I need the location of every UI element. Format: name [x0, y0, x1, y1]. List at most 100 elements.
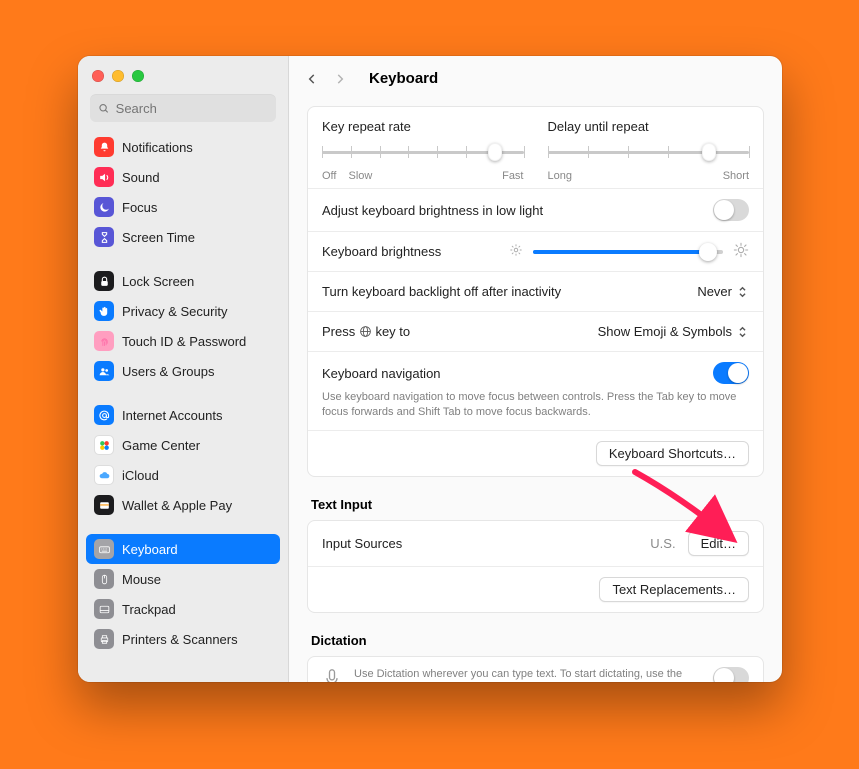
sidebar-item-game-center[interactable]: Game Center	[86, 430, 280, 460]
search-field[interactable]	[90, 94, 276, 122]
hand-icon	[94, 301, 114, 321]
keyboard-shortcuts-button[interactable]: Keyboard Shortcuts…	[596, 441, 749, 466]
globe-key-popup[interactable]: Show Emoji & Symbols	[596, 322, 749, 341]
brightness-slider[interactable]	[509, 242, 749, 261]
key-repeat-slider[interactable]	[322, 142, 524, 162]
forward-button[interactable]	[333, 72, 347, 86]
sidebar-item-privacy-security[interactable]: Privacy & Security	[86, 296, 280, 326]
sidebar-item-label: Printers & Scanners	[122, 632, 238, 647]
content-scroll[interactable]: Key repeat rate Off Slow Fast Delay unti…	[289, 102, 782, 682]
toolbar: Keyboard	[289, 56, 782, 102]
backlight-off-label: Turn keyboard backlight off after inacti…	[322, 284, 683, 299]
sidebar-item-users-groups[interactable]: Users & Groups	[86, 356, 280, 386]
sidebar-item-internet-accounts[interactable]: Internet Accounts	[86, 400, 280, 430]
sidebar-item-focus[interactable]: Focus	[86, 192, 280, 222]
input-sources-label: Input Sources	[322, 536, 638, 551]
text-input-card: Input Sources U.S. Edit… Text Replacemen…	[307, 520, 764, 613]
sidebar: Notifications Sound Focus Screen Time Lock S…	[78, 56, 289, 682]
globe-key-label: Press key to	[322, 324, 584, 339]
slider-label-slow: Slow	[348, 170, 372, 182]
game-icon	[94, 435, 114, 455]
sidebar-item-trackpad[interactable]: Trackpad	[86, 594, 280, 624]
search-input[interactable]	[116, 101, 268, 116]
sidebar-item-touch-id-password[interactable]: Touch ID & Password	[86, 326, 280, 356]
minimize-window-button[interactable]	[112, 70, 124, 82]
sidebar-item-label: Lock Screen	[122, 274, 194, 289]
sidebar-item-sound[interactable]: Sound	[86, 162, 280, 192]
sidebar-item-screen-time[interactable]: Screen Time	[86, 222, 280, 252]
sidebar-item-label: Screen Time	[122, 230, 195, 245]
search-icon	[98, 102, 110, 115]
main-pane: Keyboard Key repeat rate Off Slow Fast	[289, 56, 782, 682]
close-window-button[interactable]	[92, 70, 104, 82]
sidebar-item-lock-screen[interactable]: Lock Screen	[86, 266, 280, 296]
delay-slider-block: Delay until repeat Long Short	[548, 119, 750, 182]
globe-key-value: Show Emoji & Symbols	[598, 324, 732, 339]
slider-label-short: Short	[723, 170, 749, 182]
page-title: Keyboard	[369, 70, 438, 87]
sidebar-item-label: Wallet & Apple Pay	[122, 498, 232, 513]
text-replacements-button[interactable]: Text Replacements…	[599, 577, 749, 602]
sidebar-item-label: Sound	[122, 170, 160, 185]
brightness-label: Keyboard brightness	[322, 244, 497, 259]
keyboard-icon	[94, 539, 114, 559]
lock-icon	[94, 271, 114, 291]
dictation-card: Use Dictation wherever you can type text…	[307, 656, 764, 682]
trackpad-icon	[94, 599, 114, 619]
row-dictation: Use Dictation wherever you can type text…	[308, 657, 763, 682]
adjust-low-light-toggle[interactable]	[713, 199, 749, 221]
sidebar-item-keyboard[interactable]: Keyboard	[86, 534, 280, 564]
settings-window: Notifications Sound Focus Screen Time Lock S…	[78, 56, 782, 682]
row-text-replacements: Text Replacements…	[308, 566, 763, 612]
backlight-off-popup[interactable]: Never	[695, 282, 749, 301]
cloud-icon	[94, 465, 114, 485]
sidebar-item-label: Mouse	[122, 572, 161, 587]
sidebar-item-label: Focus	[122, 200, 157, 215]
window-controls	[78, 56, 288, 90]
sidebar-item-label: Touch ID & Password	[122, 334, 246, 349]
sidebar-item-label: Users & Groups	[122, 364, 214, 379]
popup-chevrons-icon	[736, 286, 747, 298]
speaker-icon	[94, 167, 114, 187]
brightness-low-icon	[509, 243, 523, 260]
keyboard-navigation-label: Keyboard navigation	[322, 366, 701, 381]
row-globe-key: Press key to Show Emoji & Symbols	[308, 311, 763, 351]
sidebar-item-notifications[interactable]: Notifications	[86, 132, 280, 162]
slider-label-long: Long	[548, 170, 572, 182]
printer-icon	[94, 629, 114, 649]
sidebar-item-icloud[interactable]: iCloud	[86, 460, 280, 490]
dictation-toggle[interactable]	[713, 667, 749, 682]
zoom-window-button[interactable]	[132, 70, 144, 82]
input-sources-value: U.S.	[650, 536, 675, 551]
hourglass-icon	[94, 227, 114, 247]
wallet-icon	[94, 495, 114, 515]
sidebar-item-label: Privacy & Security	[122, 304, 227, 319]
sidebar-item-wallet-apple-pay[interactable]: Wallet & Apple Pay	[86, 490, 280, 520]
delay-label: Delay until repeat	[548, 119, 750, 134]
key-repeat-label: Key repeat rate	[322, 119, 524, 134]
sidebar-item-label: Keyboard	[122, 542, 178, 557]
row-brightness: Keyboard brightness	[308, 231, 763, 271]
row-keyboard-shortcuts: Keyboard Shortcuts…	[308, 430, 763, 476]
sidebar-item-printers-scanners[interactable]: Printers & Scanners	[86, 624, 280, 654]
row-adjust-low-light: Adjust keyboard brightness in low light	[308, 188, 763, 231]
keyboard-navigation-toggle[interactable]	[713, 362, 749, 384]
sidebar-item-label: Notifications	[122, 140, 193, 155]
sidebar-item-label: iCloud	[122, 468, 159, 483]
slider-label-off: Off	[322, 170, 336, 182]
bell-icon	[94, 137, 114, 157]
mouse-icon	[94, 569, 114, 589]
text-input-header: Text Input	[307, 493, 764, 520]
dictation-desc: Use Dictation wherever you can type text…	[354, 667, 701, 682]
keyboard-navigation-desc: Use keyboard navigation to move focus be…	[322, 390, 749, 420]
back-button[interactable]	[305, 72, 319, 86]
input-sources-edit-button[interactable]: Edit…	[688, 531, 749, 556]
delay-slider[interactable]	[548, 142, 750, 162]
slider-label-fast: Fast	[502, 170, 523, 182]
key-repeat-slider-block: Key repeat rate Off Slow Fast	[322, 119, 524, 182]
users-icon	[94, 361, 114, 381]
adjust-low-light-label: Adjust keyboard brightness in low light	[322, 203, 701, 218]
sidebar-item-mouse[interactable]: Mouse	[86, 564, 280, 594]
sidebar-item-label: Trackpad	[122, 602, 176, 617]
backlight-off-value: Never	[697, 284, 732, 299]
